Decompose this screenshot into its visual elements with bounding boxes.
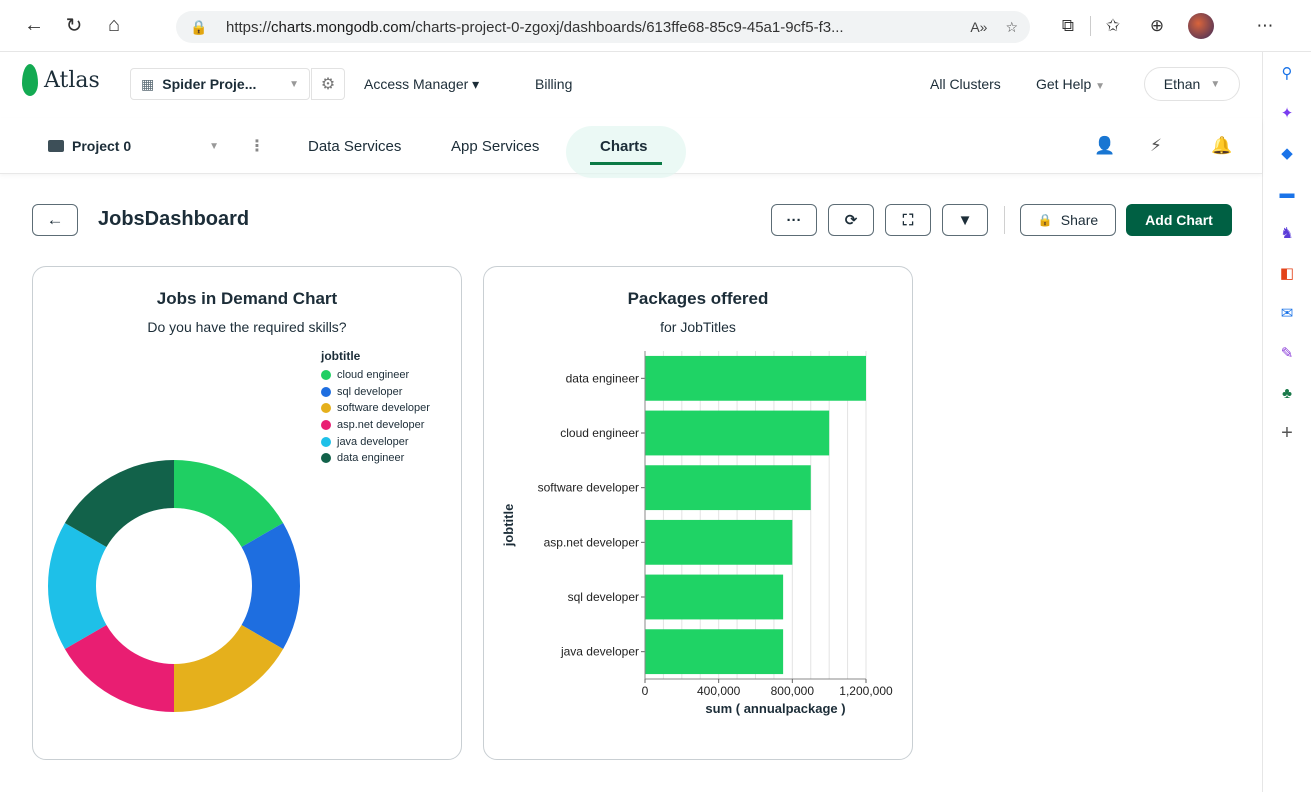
- activity-feed-icon[interactable]: ⚡: [1150, 136, 1162, 156]
- atlas-app: Atlas ▦ Spider Proje... ▼ ⚙ Access Manag…: [0, 52, 1262, 792]
- copilot-icon[interactable]: ✦: [1276, 102, 1298, 124]
- project-nav: Project 0 ▼ ⋮ Data Services App Services…: [0, 118, 1262, 178]
- chevron-down-icon: ▼: [1210, 78, 1221, 90]
- tab-data-services[interactable]: Data Services: [308, 138, 401, 155]
- x-tick-label: 400,000: [697, 684, 741, 698]
- x-tick-label: 1,200,000: [839, 684, 893, 698]
- designer-icon[interactable]: ✎: [1276, 342, 1298, 364]
- organization-name: Spider Proje...: [162, 76, 257, 92]
- gear-icon[interactable]: ⚙: [311, 68, 345, 100]
- address-bar[interactable]: 🔒 https://charts.mongodb.com/charts-proj…: [176, 11, 1030, 43]
- atlas-logo[interactable]: Atlas: [22, 64, 100, 96]
- mongodb-leaf-icon: [22, 64, 38, 96]
- organization-select[interactable]: ▦ Spider Proje... ▼: [130, 68, 310, 100]
- bar-chart: data engineer cloud engineer software deve…: [501, 351, 893, 716]
- outlook-icon[interactable]: ✉: [1276, 302, 1298, 324]
- access-manager-menu[interactable]: Access Manager ▾: [364, 76, 479, 93]
- fullscreen-icon: ⛶: [902, 211, 914, 229]
- more-options-button[interactable]: ···: [771, 204, 817, 236]
- bar-software-developer[interactable]: [645, 465, 811, 511]
- filter-button[interactable]: ▼: [942, 204, 988, 236]
- kebab-menu-icon[interactable]: ⋮: [249, 136, 265, 156]
- x-axis-label: sum ( annualpackage ): [705, 701, 845, 716]
- games-icon[interactable]: ♞: [1276, 222, 1298, 244]
- y-tick-label: data engineer: [566, 371, 639, 385]
- ellipsis-icon: ···: [786, 211, 802, 229]
- refresh-button[interactable]: ⟳: [828, 204, 874, 236]
- donut-chart: [48, 460, 300, 712]
- url-path: /charts-project-0-zgoxj/dashboards/613ff…: [411, 18, 844, 36]
- office-icon[interactable]: ◧: [1276, 262, 1298, 284]
- invite-user-icon[interactable]: 👤: [1094, 136, 1115, 156]
- more-icon[interactable]: ⋯: [1243, 8, 1287, 44]
- y-tick-label: sql developer: [568, 590, 639, 604]
- bar-sql-developer[interactable]: [645, 574, 784, 620]
- lock-icon: 🔒: [190, 18, 208, 35]
- refresh-icon[interactable]: ↻: [54, 6, 94, 46]
- url-prefix: https://: [226, 18, 272, 36]
- lock-icon: 🔒: [1037, 213, 1053, 227]
- fullscreen-button[interactable]: ⛶: [885, 204, 931, 236]
- organization-icon: ▦: [141, 75, 155, 92]
- bar-cloud-engineer[interactable]: [645, 410, 830, 456]
- y-tick-label: asp.net developer: [544, 535, 639, 549]
- bar-data-engineer[interactable]: [645, 355, 866, 401]
- refresh-icon: ⟳: [844, 212, 858, 229]
- atlas-top-nav: Atlas ▦ Spider Proje... ▼ ⚙ Access Manag…: [0, 52, 1262, 118]
- collections-icon[interactable]: ⊕: [1135, 8, 1179, 44]
- bar-java-developer[interactable]: [645, 629, 784, 675]
- shopping-tag-icon[interactable]: ◆: [1276, 142, 1298, 164]
- left-arrow-icon: ←: [46, 210, 64, 229]
- x-tick-label: 0: [642, 684, 649, 698]
- dashboard-title: JobsDashboard: [98, 208, 250, 230]
- share-button[interactable]: 🔒 Share: [1020, 204, 1116, 236]
- dashboard-header: ← JobsDashboard ··· ⟳ ⛶ ▼ 🔒 Share Add Ch…: [0, 202, 1262, 242]
- add-icon[interactable]: +: [1276, 422, 1298, 444]
- all-clusters-link[interactable]: All Clusters: [930, 76, 1001, 92]
- active-tab-indicator: [590, 162, 662, 165]
- user-name: Ethan: [1163, 76, 1201, 92]
- tab-charts[interactable]: Charts: [600, 138, 648, 155]
- back-button[interactable]: ←: [32, 204, 78, 236]
- add-chart-button[interactable]: Add Chart: [1126, 204, 1232, 236]
- favorite-star-icon[interactable]: ☆: [1005, 19, 1018, 36]
- y-axis-label: jobtitle: [501, 504, 516, 548]
- project-select[interactable]: Project 0 ▼ ⋮: [48, 136, 265, 156]
- browser-toolbar: ← ↻ ⌂ 🔒 https://charts.mongodb.com/chart…: [0, 0, 1311, 52]
- back-arrow-icon[interactable]: ←: [14, 6, 54, 46]
- y-tick-label: cloud engineer: [560, 426, 639, 440]
- home-icon[interactable]: ⌂: [94, 6, 134, 46]
- logo-text: Atlas: [44, 67, 100, 93]
- extensions-icon[interactable]: ⧉: [1046, 8, 1090, 44]
- bar-asp-net-developer[interactable]: [645, 519, 793, 565]
- read-aloud-icon[interactable]: A»: [970, 19, 987, 36]
- url-host: charts.mongodb.com: [271, 18, 412, 36]
- folder-icon: [48, 140, 64, 152]
- browser-sidebar: ⚲ ✦ ◆ ▬ ♞ ◧ ✉ ✎ ♣ +: [1262, 52, 1311, 792]
- share-label: Share: [1060, 212, 1099, 228]
- favorites-icon[interactable]: ✩: [1091, 8, 1135, 44]
- project-name: Project 0: [72, 138, 132, 154]
- user-menu[interactable]: Ethan ▼: [1144, 67, 1240, 101]
- tools-icon[interactable]: ▬: [1276, 182, 1298, 204]
- billing-link[interactable]: Billing: [535, 76, 572, 92]
- search-icon[interactable]: ⚲: [1276, 62, 1298, 84]
- chart-card-jobs-in-demand[interactable]: Jobs in Demand Chart Do you have the req…: [32, 266, 462, 760]
- y-tick-label: java developer: [560, 645, 639, 659]
- y-tick-label: software developer: [538, 481, 639, 495]
- chart-card-packages-offered[interactable]: Packages offered for JobTitles data engi…: [483, 266, 913, 760]
- filter-icon: ▼: [957, 211, 973, 229]
- chevron-down-icon: ▼: [289, 78, 299, 90]
- tree-icon[interactable]: ♣: [1276, 382, 1298, 404]
- profile-avatar[interactable]: [1179, 8, 1223, 44]
- tab-app-services[interactable]: App Services: [451, 138, 539, 155]
- x-tick-label: 800,000: [771, 684, 815, 698]
- get-help-menu[interactable]: Get Help ▼: [1036, 76, 1105, 92]
- header-divider: [1004, 206, 1005, 234]
- chevron-down-icon: ▼: [209, 140, 220, 152]
- notification-bell-icon[interactable]: 🔔: [1211, 136, 1232, 156]
